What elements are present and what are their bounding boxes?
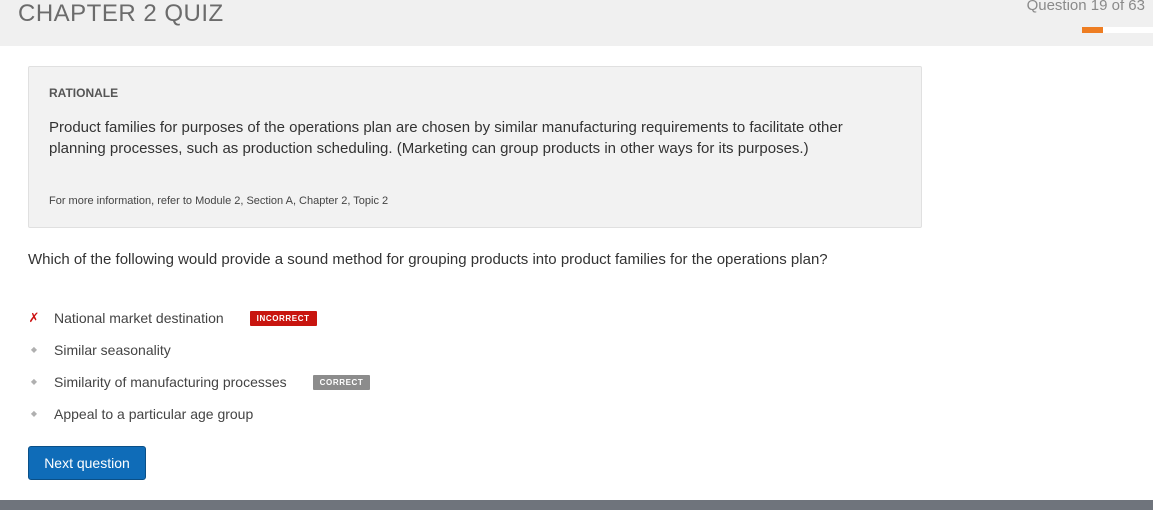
- question-counter: Question 19 of 63: [1026, 0, 1145, 14]
- rationale-heading: RATIONALE: [49, 86, 119, 100]
- bullet-icon: ◆: [30, 377, 38, 386]
- answer-label: Similar seasonality: [54, 342, 171, 358]
- footer-bar: [0, 500, 1153, 510]
- answer-option[interactable]: ◆ Appeal to a particular age group: [28, 404, 253, 424]
- answer-option[interactable]: ◆ Similarity of manufacturing processes …: [28, 372, 371, 392]
- question-text: Which of the following would provide a s…: [28, 251, 828, 268]
- next-question-button[interactable]: Next question: [28, 446, 146, 480]
- rationale-panel: RATIONALE Product families for purposes …: [28, 66, 922, 228]
- correct-badge: CORRECT: [312, 374, 371, 390]
- rationale-text: Product families for purposes of the ope…: [49, 119, 843, 157]
- answer-label: Similarity of manufacturing processes: [54, 374, 287, 390]
- answer-option[interactable]: ◆ Similar seasonality: [28, 340, 171, 360]
- quiz-page: CHAPTER 2 QUIZ Question 19 of 63 RATIONA…: [0, 0, 1153, 510]
- progress-bar-fill: [1082, 27, 1104, 33]
- incorrect-badge: INCORRECT: [249, 310, 317, 326]
- quiz-title: CHAPTER 2 QUIZ: [18, 0, 224, 27]
- answer-label: National market destination: [54, 310, 224, 326]
- bullet-icon: ◆: [30, 409, 38, 418]
- answer-option[interactable]: ✗ National market destination INCORRECT: [28, 308, 317, 328]
- bullet-icon: ◆: [30, 345, 38, 354]
- answer-label: Appeal to a particular age group: [54, 406, 254, 422]
- incorrect-x-icon: ✗: [28, 310, 40, 325]
- quiz-header: CHAPTER 2 QUIZ Question 19 of 63: [0, 0, 1153, 46]
- progress-bar: [1082, 27, 1153, 33]
- rationale-reference: For more information, refer to Module 2,…: [49, 195, 389, 207]
